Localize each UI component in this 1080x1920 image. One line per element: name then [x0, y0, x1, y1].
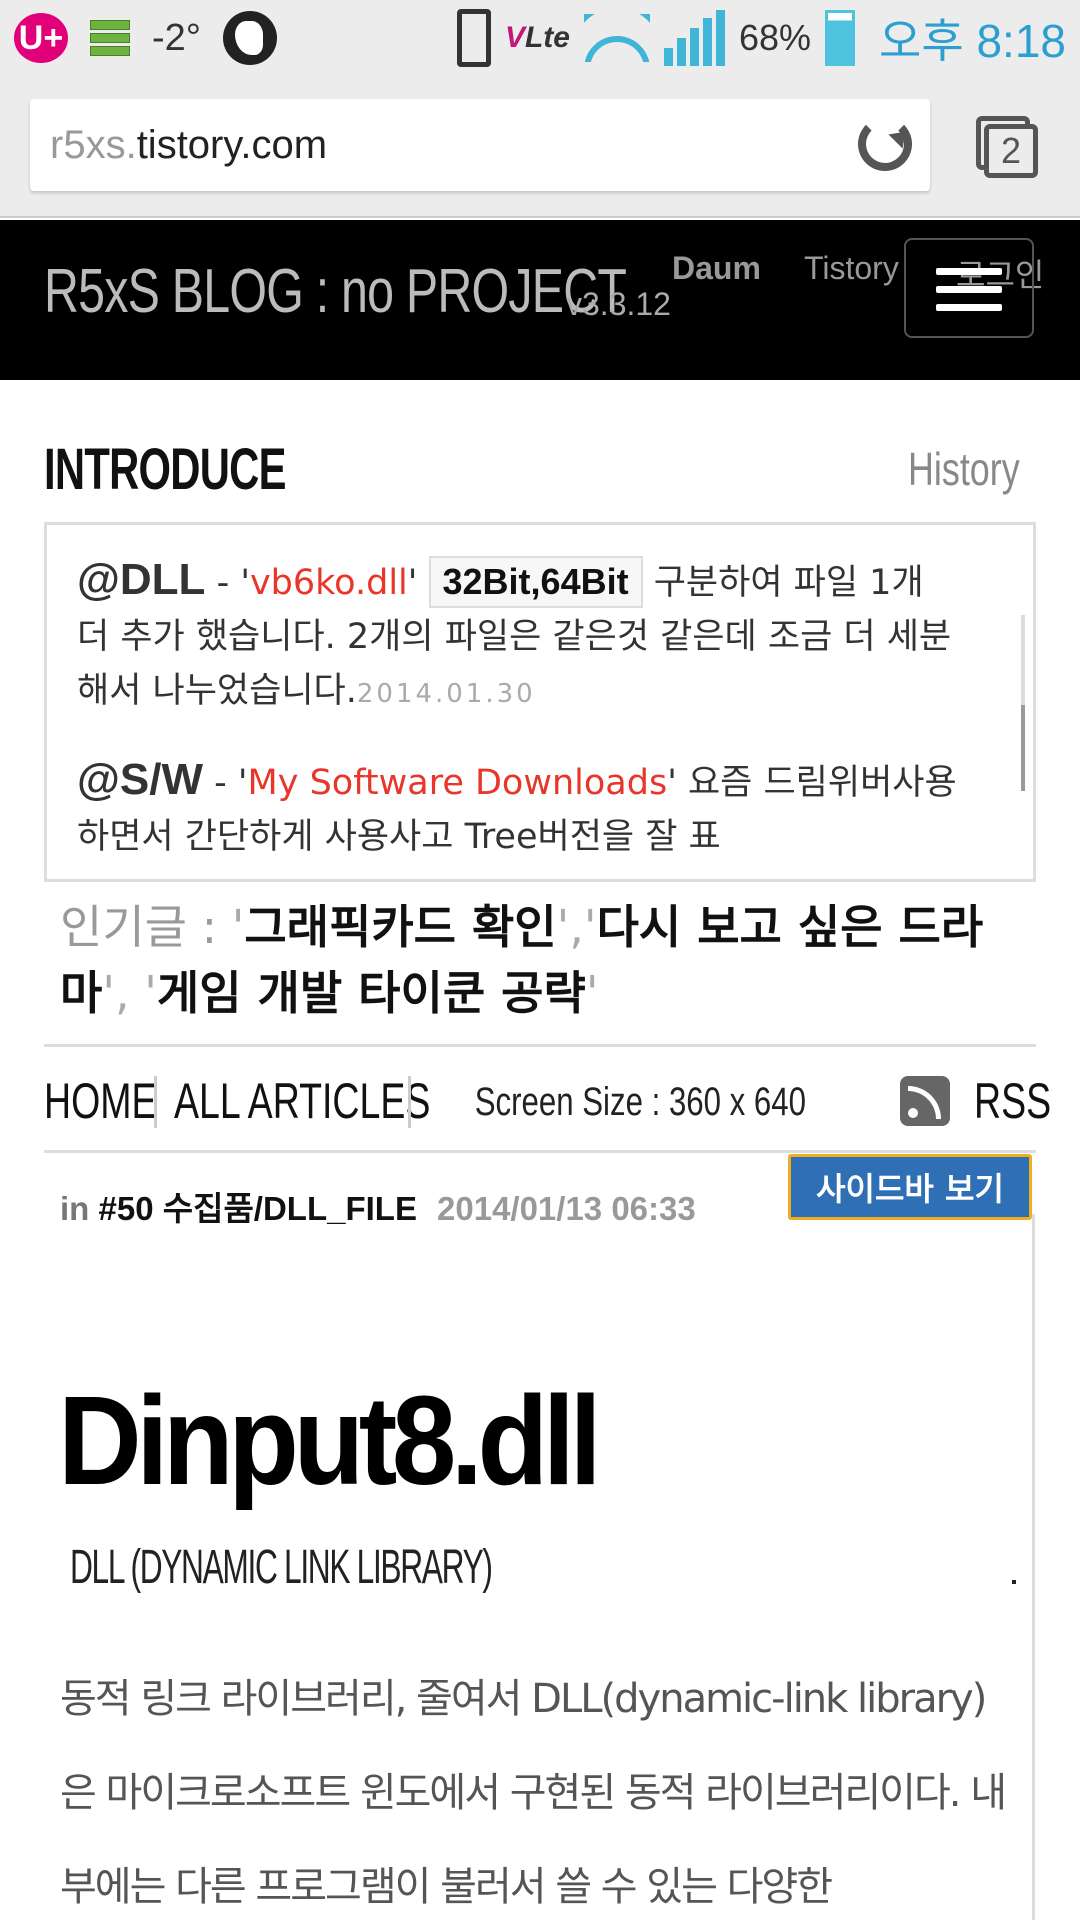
post-subtitle: DLL (DYNAMIC LINK LIBRARY)	[70, 1541, 493, 1594]
reload-icon[interactable]	[858, 117, 912, 171]
post-title: Dinput8.dll	[58, 1370, 602, 1511]
decorative-dot	[1012, 1580, 1016, 1584]
url-domain: tistory.com	[136, 122, 328, 167]
temperature: -2°	[152, 16, 201, 59]
intro-item: @DLL - 'vb6ko.dll' 32Bit,64Bit 구분하여 파일 1…	[77, 555, 952, 711]
battery-percent: 68%	[738, 17, 812, 58]
intro-item: @S/W - 'My Software Downloads' 요즘 드림위버사용…	[77, 755, 957, 857]
carrier-logo-icon: U+	[14, 13, 68, 63]
hamburger-icon	[936, 268, 1002, 275]
intro-date: 2014.01.30	[356, 679, 536, 709]
bit-badge: 32Bit,64Bit	[428, 556, 643, 608]
url-subdomain: r5xs.	[50, 122, 137, 167]
post-date: 2014/01/13 06:33	[436, 1190, 696, 1227]
signal-icon	[663, 10, 725, 66]
post-meta: in #50 수집품/DLL_FILE 2014/01/13 06:33	[60, 1190, 696, 1227]
intro-link[interactable]: My Software Downloads	[248, 763, 668, 803]
nav-all-articles[interactable]: ALL ARTICLES	[174, 1072, 430, 1130]
wifi-icon	[583, 14, 650, 62]
nav-separator	[154, 1076, 157, 1128]
popular-posts: 인기글 : '그래픽카드 확인','다시 보고 싶은 드라마', '게임 개발 …	[60, 900, 984, 1020]
vibrate-icon	[456, 9, 491, 67]
tabs-icon[interactable]: 2	[976, 116, 1038, 180]
rss-icon[interactable]	[900, 1076, 950, 1126]
introduce-box[interactable]: @DLL - 'vb6ko.dll' 32Bit,64Bit 구분하여 파일 1…	[44, 522, 1036, 882]
post-body: 동적 링크 라이브러리, 줄여서 DLL(dynamic-link librar…	[60, 1676, 1007, 1910]
browser-toolbar: r5xs.tistory.com 2	[0, 76, 1080, 218]
divider	[44, 1150, 1036, 1153]
post-category-link[interactable]: #50 수집품/DLL_FILE	[99, 1190, 417, 1227]
network-indicator: VLte	[504, 21, 570, 54]
post-border	[1032, 1214, 1035, 1920]
menu-button[interactable]	[904, 238, 1034, 338]
battery-icon	[825, 10, 856, 66]
screen-size-label: Screen Size : 360 x 640	[474, 1080, 806, 1124]
url-field[interactable]: r5xs.tistory.com	[30, 99, 930, 191]
blog-nav: HOME ALL ARTICLES Screen Size : 360 x 64…	[44, 1072, 1051, 1132]
blog-title[interactable]: R5xS BLOG : no PROJECT	[44, 256, 627, 327]
tab-count: 2	[984, 124, 1038, 178]
intro-scrollbar-thumb[interactable]	[1021, 705, 1025, 791]
ghost-app-icon	[222, 11, 277, 65]
nav-separator	[408, 1076, 411, 1128]
storage-icon	[90, 20, 130, 56]
history-link[interactable]: History	[908, 442, 1020, 496]
blog-version: v3.3.12	[566, 286, 671, 322]
popular-label: 인기글 :	[60, 900, 232, 954]
divider	[44, 1044, 1036, 1047]
nav-home[interactable]: HOME	[44, 1072, 157, 1130]
introduce-title: INTRODUCE	[44, 437, 286, 502]
show-sidebar-button[interactable]: 사이드바 보기	[788, 1154, 1032, 1220]
clock: 오후 8:18	[879, 15, 1066, 67]
nav-rss[interactable]: RSS	[974, 1072, 1051, 1130]
daum-link[interactable]: Daum	[672, 250, 761, 287]
blog-header: R5xS BLOG : no PROJECT v3.3.12 Daum Tist…	[0, 220, 1080, 380]
popular-link[interactable]: 게임 개발 타이쿤 공략	[157, 966, 586, 1020]
intro-link[interactable]: vb6ko.dll	[250, 563, 408, 603]
status-bar: U+ -2° VLte 68% 오후 8:18	[0, 0, 1080, 76]
popular-link[interactable]: 그래픽카드 확인	[244, 900, 556, 954]
tistory-link[interactable]: Tistory	[804, 250, 899, 287]
